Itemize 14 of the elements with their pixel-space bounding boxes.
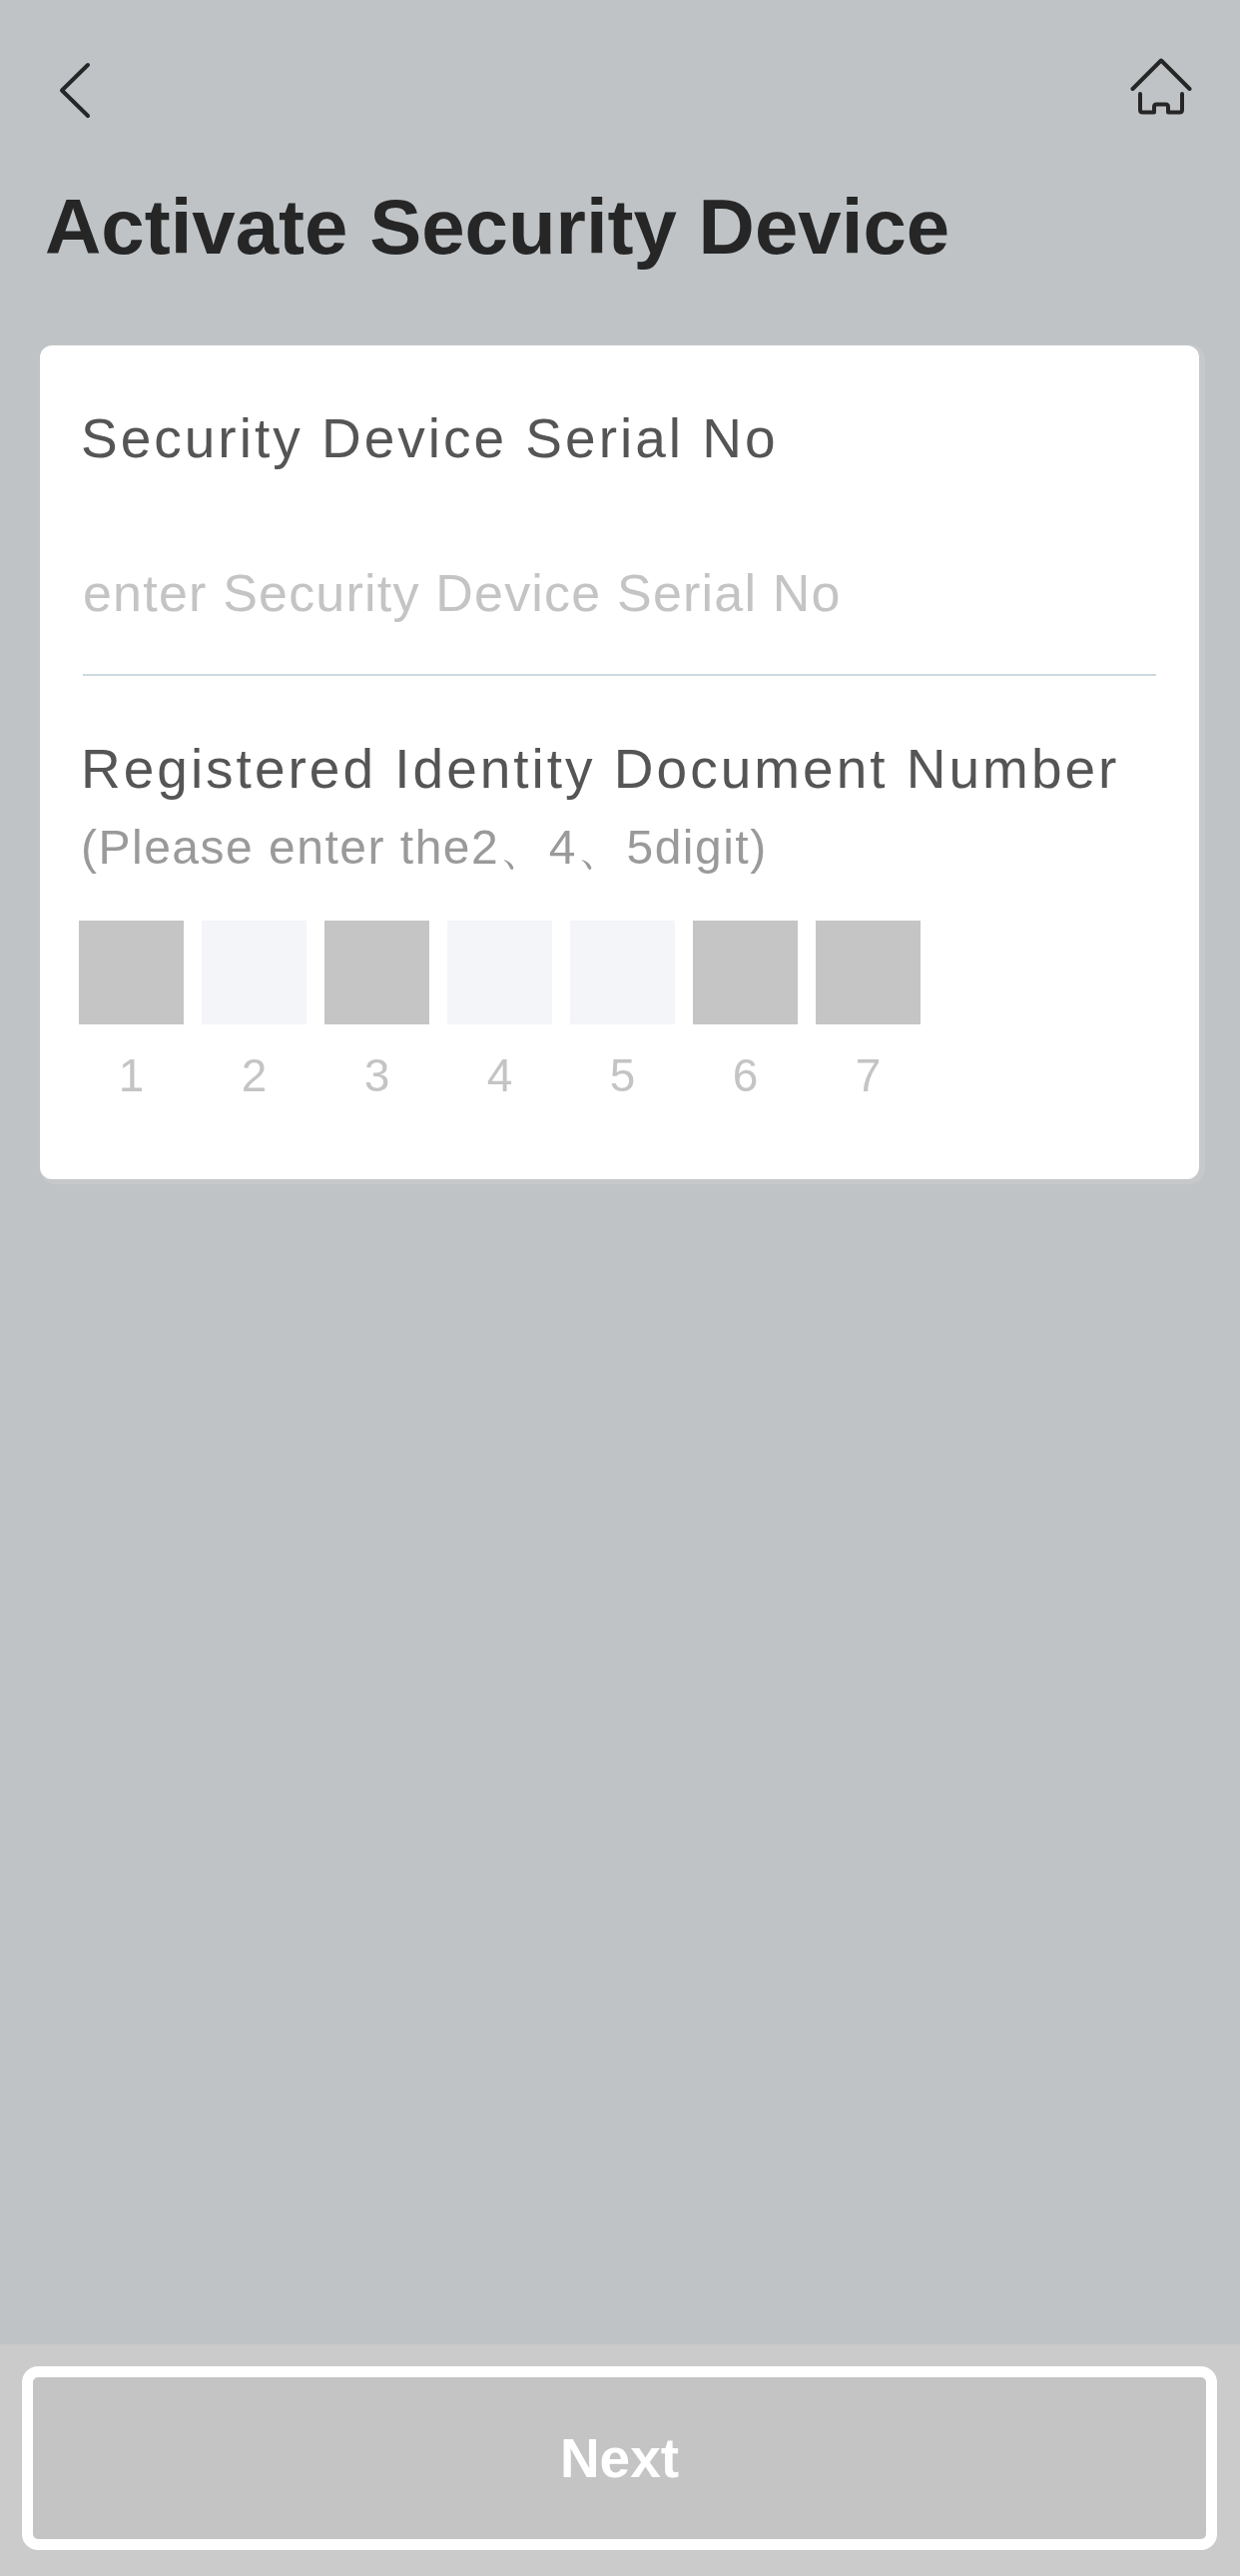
digit-position-label: 5 (609, 1048, 636, 1103)
field-label: Registered Identity Document Number (80, 737, 1121, 802)
digit-position-label: 4 (486, 1048, 513, 1103)
field-hint: (Please enter the2、4、5digit) (80, 820, 769, 876)
home-icon[interactable] (1130, 58, 1192, 115)
digit-position-label: 6 (732, 1048, 759, 1103)
digit-position-label: 1 (118, 1048, 145, 1103)
digit-position-label: 2 (241, 1048, 268, 1103)
back-icon[interactable] (59, 62, 91, 119)
digit-position-label: 3 (363, 1048, 390, 1103)
page-title: Activate Security Device (45, 182, 951, 273)
field-label: Security Device Serial No (80, 406, 780, 471)
serial-number-input-field[interactable]: enter Security Device Serial No (83, 511, 1156, 676)
digit-position-label: 7 (855, 1048, 882, 1103)
